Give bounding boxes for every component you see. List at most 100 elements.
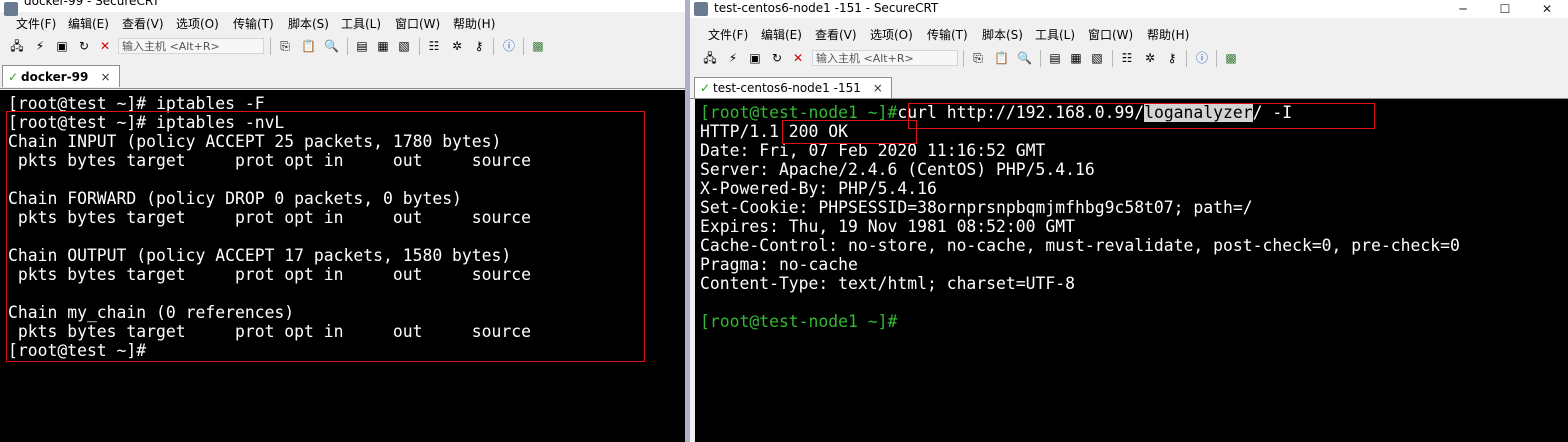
quick-connect-icon[interactable]: ⚡ (33, 39, 47, 53)
menu-transfer[interactable]: 传输(T) (927, 26, 968, 43)
menu-window[interactable]: 窗口(W) (1088, 26, 1133, 43)
keymap-icon[interactable]: ⚷ (1165, 51, 1179, 65)
close-tab-icon[interactable]: × (873, 81, 883, 95)
print-preview-icon[interactable]: ▧ (1090, 51, 1104, 65)
maximize-icon[interactable]: ☐ (1484, 0, 1526, 18)
right-tabbar: ✓ test-centos6-node1 -151 × (690, 76, 1568, 99)
toolbar-separator (963, 50, 964, 67)
response-line: Content-Type: text/html; charset=UTF-8 (700, 274, 1075, 293)
connect-tab-icon[interactable]: ▣ (748, 51, 762, 65)
reconnect-icon[interactable]: ↻ (770, 51, 784, 65)
toolbar-separator (347, 38, 348, 55)
response-line (700, 293, 1568, 312)
connected-check-icon: ✓ (8, 70, 19, 84)
menu-tools[interactable]: 工具(L) (1035, 26, 1075, 43)
menu-view[interactable]: 查看(V) (815, 26, 857, 43)
response-line: Server: Apache/2.4.6 (CentOS) PHP/5.4.16 (700, 160, 1095, 179)
right-menubar: 文件(F) 编辑(E) 查看(V) 选项(O) 传输(T) 脚本(S) 工具(L… (690, 23, 1568, 45)
left-toolbar: 🖧 ⚡ ▣ ↻ ✕ 输入主机 <Alt+R> ⎘ 📋 🔍 ▤ ▦ ▧ ☷ ✲ ⚷… (0, 34, 685, 60)
disconnect-icon[interactable]: ✕ (98, 39, 112, 53)
menu-file[interactable]: 文件(F) (16, 15, 56, 32)
sftp-icon[interactable]: ▩ (1224, 51, 1238, 65)
find-icon[interactable]: 🔍 (1017, 51, 1032, 65)
minimize-icon[interactable]: ─ (1442, 0, 1484, 18)
menu-transfer[interactable]: 传输(T) (233, 15, 274, 32)
tab-test-centos6-node1[interactable]: ✓ test-centos6-node1 -151 × (694, 77, 892, 98)
menu-options[interactable]: 选项(O) (870, 26, 913, 43)
command-annotation-box (908, 103, 1375, 129)
sftp-icon[interactable]: ▩ (531, 39, 545, 53)
menu-script[interactable]: 脚本(S) (288, 15, 329, 32)
copy-icon[interactable]: ⎘ (971, 51, 985, 65)
print-setup-icon[interactable]: ▦ (1069, 51, 1083, 65)
toolbar-separator (1186, 50, 1187, 67)
right-securecrt-window: test-centos6-node1 -151 - SecureCRT ─ ☐ … (690, 0, 1568, 442)
left-terminal[interactable]: [root@test ~]# iptables -F [root@test ~]… (0, 90, 685, 442)
copy-icon[interactable]: ⎘ (278, 39, 292, 53)
left-window-title: docker-99 - SecureCRT (24, 0, 160, 8)
connect-icon[interactable]: 🖧 (10, 39, 24, 53)
menu-view[interactable]: 查看(V) (122, 15, 164, 32)
global-options-icon[interactable]: ✲ (450, 39, 464, 53)
response-line: Set-Cookie: PHPSESSID=38ornprsnpbqmjmfhb… (700, 198, 1253, 217)
reconnect-icon[interactable]: ↻ (77, 39, 91, 53)
help-icon[interactable]: ⓘ (502, 39, 516, 53)
menu-window[interactable]: 窗口(W) (395, 15, 440, 32)
toolbar-separator (523, 38, 524, 55)
menu-file[interactable]: 文件(F) (708, 26, 748, 43)
annotation-box (6, 111, 645, 362)
toolbar-separator (1040, 50, 1041, 67)
app-icon (694, 2, 708, 16)
right-titlebar[interactable]: test-centos6-node1 -151 - SecureCRT ─ ☐ … (690, 0, 1568, 18)
menu-edit[interactable]: 编辑(E) (761, 26, 802, 43)
right-toolbar: 🖧 ⚡ ▣ ↻ ✕ 输入主机 <Alt+R> ⎘ 📋 🔍 ▤ ▦ ▧ ☷ ✲ ⚷… (690, 46, 1568, 72)
close-icon[interactable]: ✕ (1526, 0, 1568, 18)
response-line: Pragma: no-cache (700, 255, 858, 274)
session-options-icon[interactable]: ☷ (1120, 51, 1134, 65)
right-terminal[interactable]: [root@test-node1 ~]#curl http://192.168.… (695, 99, 1568, 442)
quick-connect-icon[interactable]: ⚡ (726, 51, 740, 65)
final-prompt-line: [root@test-node1 ~]# (700, 312, 1568, 331)
tab-docker-99[interactable]: ✓ docker-99 × (2, 65, 120, 87)
find-icon[interactable]: 🔍 (324, 39, 339, 53)
global-options-icon[interactable]: ✲ (1143, 51, 1157, 65)
response-line: Cache-Control: no-store, no-cache, must-… (700, 236, 1460, 255)
toolbar-separator (493, 38, 494, 55)
close-tab-icon[interactable]: × (101, 70, 111, 84)
paste-icon[interactable]: 📋 (301, 39, 316, 53)
response-line: X-Powered-By: PHP/5.4.16 (700, 179, 937, 198)
left-tabbar: ✓ docker-99 × (0, 64, 685, 89)
connect-icon[interactable]: 🖧 (703, 51, 717, 65)
host-input[interactable]: 输入主机 <Alt+R> (118, 38, 264, 54)
toolbar-separator (270, 38, 271, 55)
left-securecrt-window: docker-99 - SecureCRT 文件(F) 编辑(E) 查看(V) … (0, 0, 685, 442)
connected-check-icon: ✓ (700, 81, 711, 95)
menu-script[interactable]: 脚本(S) (982, 26, 1023, 43)
prompt: [root@test-node1 ~]# (700, 312, 898, 331)
menu-options[interactable]: 选项(O) (176, 15, 219, 32)
disconnect-icon[interactable]: ✕ (791, 51, 805, 65)
host-input[interactable]: 输入主机 <Alt+R> (812, 50, 958, 66)
session-options-icon[interactable]: ☷ (427, 39, 441, 53)
menu-edit[interactable]: 编辑(E) (68, 15, 109, 32)
toolbar-separator (419, 38, 420, 55)
print-icon[interactable]: ▤ (355, 39, 369, 53)
tab-label: docker-99 (21, 70, 89, 84)
print-icon[interactable]: ▤ (1048, 51, 1062, 65)
left-titlebar[interactable]: docker-99 - SecureCRT (0, 0, 685, 16)
help-icon[interactable]: ⓘ (1195, 51, 1209, 65)
connect-tab-icon[interactable]: ▣ (55, 39, 69, 53)
menu-tools[interactable]: 工具(L) (341, 15, 381, 32)
toolbar-separator (1112, 50, 1113, 67)
print-preview-icon[interactable]: ▧ (397, 39, 411, 53)
tab-label: test-centos6-node1 -151 (713, 81, 861, 95)
toolbar-separator (1216, 50, 1217, 67)
keymap-icon[interactable]: ⚷ (472, 39, 486, 53)
menu-help[interactable]: 帮助(H) (453, 15, 495, 32)
print-setup-icon[interactable]: ▦ (376, 39, 390, 53)
status-annotation-box (782, 120, 917, 144)
menu-help[interactable]: 帮助(H) (1147, 26, 1189, 43)
paste-icon[interactable]: 📋 (994, 51, 1009, 65)
left-menubar: 文件(F) 编辑(E) 查看(V) 选项(O) 传输(T) 脚本(S) 工具(L… (0, 12, 685, 34)
response-line: Expires: Thu, 19 Nov 1981 08:52:00 GMT (700, 217, 1075, 236)
